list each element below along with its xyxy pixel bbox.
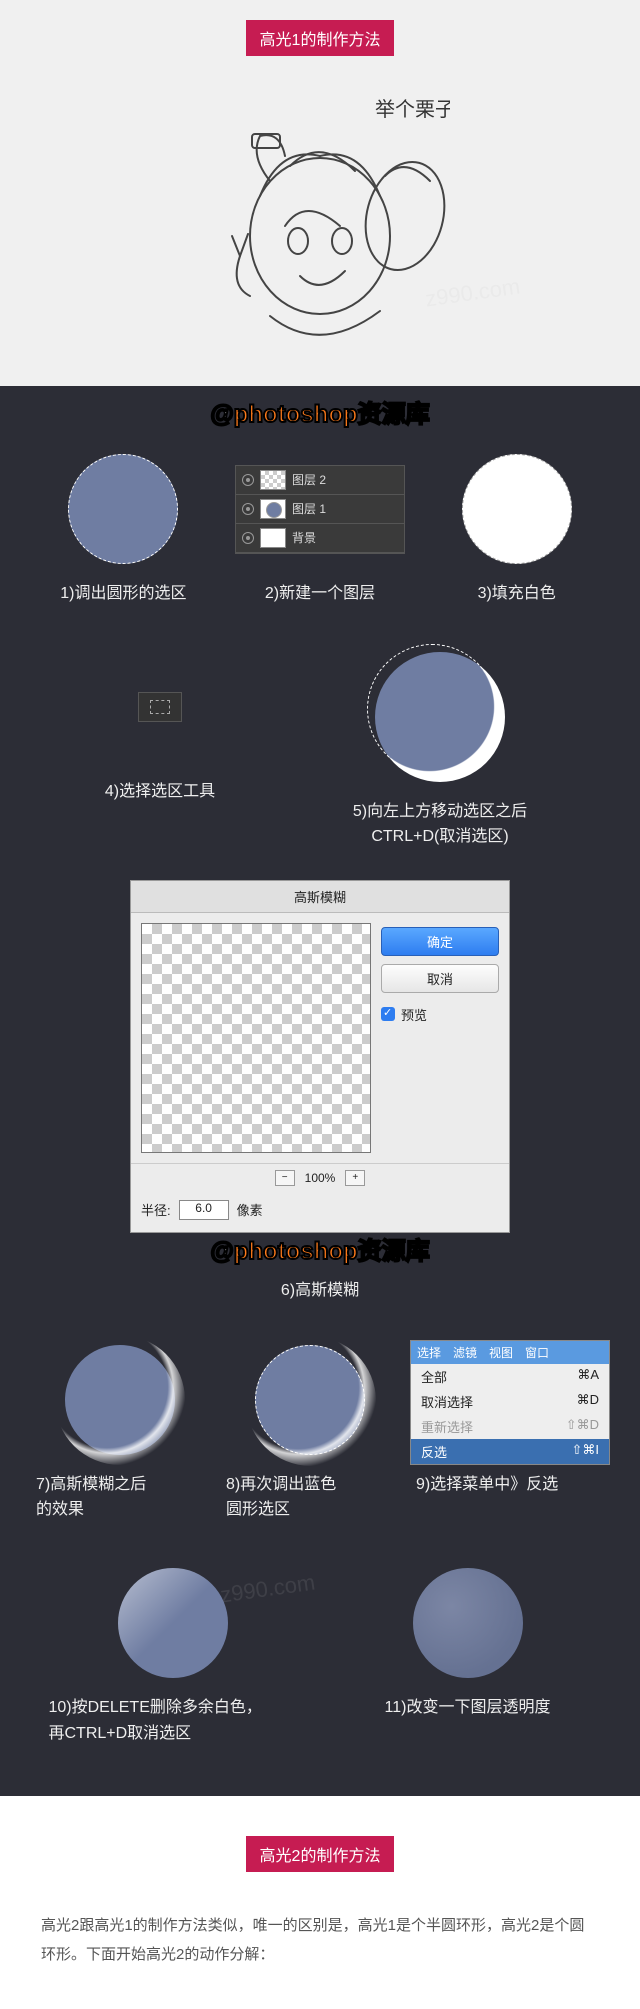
radius-label: 半径:	[141, 1200, 171, 1219]
checkbox-icon[interactable]	[381, 1007, 395, 1021]
zoom-value: 100%	[305, 1171, 336, 1185]
step-10: 10)按DELETE删除多余白色，再CTRL+D取消选区	[43, 1563, 303, 1746]
gaussian-blur-dialog[interactable]: 高斯模糊 确定 取消 预览 − 100% + 半径: 6.0	[130, 880, 510, 1233]
sketch-text: 举个栗子!	[375, 98, 450, 121]
step-2: 图层 2 图层 1 背景 2)新建一个	[227, 449, 414, 607]
ok-button[interactable]: 确定	[381, 927, 499, 956]
radius-input[interactable]: 6.0	[179, 1200, 229, 1220]
blue-circle-selection	[68, 454, 178, 564]
step-4: 4)选择选区工具	[70, 647, 250, 850]
cancel-button[interactable]: 取消	[381, 964, 499, 993]
caption-9: 9)选择菜单中》反选	[410, 1472, 610, 1498]
step-7: 7)高斯模糊之后的效果	[30, 1340, 210, 1523]
step-8: 8)再次调出蓝色圆形选区	[220, 1340, 400, 1523]
layer-row-bg[interactable]: 背景	[236, 524, 404, 553]
layer-label: 图层 1	[292, 500, 326, 517]
row-steps-4-5: z990.com 4)选择选区工具 5)向左上方移动选区之后 CTRL+D(取消…	[30, 647, 610, 850]
step-9: 选择 滤镜 视图 窗口 全部⌘A 取消选择⌘D 重新选择⇧⌘D 反选⇧⌘I 9)…	[410, 1340, 610, 1523]
caption-1: 1)调出圆形的选区	[30, 581, 217, 607]
tutorial-dark-section: @photoshop资源库 1)调出圆形的选区 图层 2	[0, 386, 640, 1796]
dialog-preview	[141, 923, 371, 1153]
section-1-header: 高光1的制作方法	[0, 0, 640, 386]
preview-checkbox[interactable]: 预览	[381, 1005, 499, 1024]
opacity-circle	[413, 1568, 523, 1678]
title-badge-1: 高光1的制作方法	[246, 20, 395, 56]
row-steps-7-9: z990.com 7)高斯模糊之后的效果 8)再次调出蓝色圆形选区 选择	[30, 1340, 610, 1523]
zoom-in-button[interactable]: +	[345, 1170, 365, 1186]
step-3: 3)填充白色	[423, 449, 610, 607]
radius-unit: 像素	[237, 1200, 263, 1219]
dialog-zoom-controls: − 100% +	[131, 1163, 509, 1192]
menu-item-deselect[interactable]: 取消选择⌘D	[411, 1389, 609, 1414]
preview-label: 预览	[401, 1005, 427, 1024]
caption-5: 5)向左上方移动选区之后 CTRL+D(取消选区)	[310, 799, 570, 850]
visibility-icon[interactable]	[242, 503, 254, 515]
layer-row-1[interactable]: 图层 1	[236, 495, 404, 524]
caption-7: 7)高斯模糊之后的效果	[30, 1472, 210, 1523]
white-filled-circle	[462, 454, 572, 564]
row-steps-10-11: 10)按DELETE删除多余白色，再CTRL+D取消选区 11)改变一下图层透明…	[30, 1563, 610, 1746]
step-11: 11)改变一下图层透明度	[338, 1563, 598, 1746]
caption-6: 6)高斯模糊	[30, 1276, 610, 1300]
moved-selection	[375, 652, 505, 782]
step-1: 1)调出圆形的选区	[30, 449, 217, 607]
layer-label: 背景	[292, 529, 316, 546]
blurred-circle-selection	[255, 1345, 365, 1455]
blurred-circle	[65, 1345, 175, 1455]
visibility-icon[interactable]	[242, 532, 254, 544]
watermark-mid: @photoshop资源库	[30, 1231, 610, 1266]
section-2: 高光2的制作方法 高光2跟高光1的制作方法类似，唯一的区别是，高光1是个半圆环形…	[0, 1796, 640, 2009]
menu-item-all[interactable]: 全部⌘A	[411, 1364, 609, 1389]
caption-8: 8)再次调出蓝色圆形选区	[220, 1472, 400, 1523]
row-steps-1-3: 1)调出圆形的选区 图层 2 图层 1	[30, 449, 610, 607]
step-5: 5)向左上方移动选区之后 CTRL+D(取消选区)	[310, 647, 570, 850]
zoom-out-button[interactable]: −	[275, 1170, 295, 1186]
result-circle	[118, 1568, 228, 1678]
layer-row-2[interactable]: 图层 2	[236, 466, 404, 495]
caption-11: 11)改变一下图层透明度	[338, 1695, 598, 1721]
section-2-paragraph: 高光2跟高光1的制作方法类似，唯一的区别是，高光1是个半圆环形，高光2是个圆环形…	[35, 1912, 605, 1969]
marquee-tool-icon[interactable]	[138, 692, 182, 722]
layer-thumb	[260, 528, 286, 548]
caption-3: 3)填充白色	[423, 581, 610, 607]
menu-header: 选择 滤镜 视图 窗口	[411, 1341, 609, 1364]
watermark-top: @photoshop资源库	[30, 394, 610, 429]
menu-item-inverse[interactable]: 反选⇧⌘I	[411, 1439, 609, 1464]
layer-thumb	[260, 470, 286, 490]
caption-10: 10)按DELETE删除多余白色，再CTRL+D取消选区	[43, 1695, 303, 1746]
layer-thumb	[260, 499, 286, 519]
caption-4: 4)选择选区工具	[70, 779, 250, 805]
menu-item-reselect: 重新选择⇧⌘D	[411, 1414, 609, 1439]
layer-label: 图层 2	[292, 471, 326, 488]
caption-2: 2)新建一个图层	[227, 581, 414, 607]
visibility-icon[interactable]	[242, 474, 254, 486]
dialog-title: 高斯模糊	[131, 881, 509, 913]
layers-panel[interactable]: 图层 2 图层 1 背景	[235, 465, 405, 554]
title-badge-2: 高光2的制作方法	[246, 1836, 395, 1872]
select-menu[interactable]: 选择 滤镜 视图 窗口 全部⌘A 取消选择⌘D 重新选择⇧⌘D 反选⇧⌘I	[410, 1340, 610, 1465]
sketch-illustration: 举个栗子!	[190, 86, 450, 356]
